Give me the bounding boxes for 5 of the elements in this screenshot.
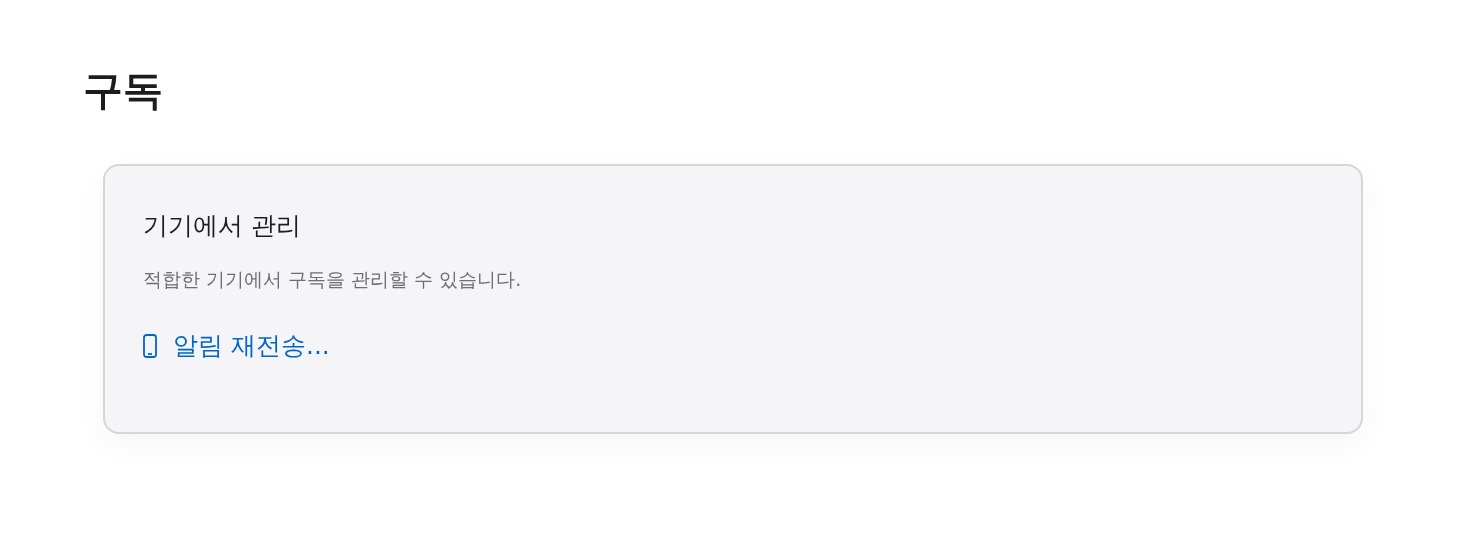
phone-icon xyxy=(143,334,157,358)
resend-notification-link[interactable]: 알림 재전송... xyxy=(143,328,330,364)
page-title: 구독 xyxy=(83,66,163,115)
card-title: 기기에서 관리 xyxy=(143,210,301,242)
card-description: 적합한 기기에서 구독을 관리할 수 있습니다. xyxy=(143,267,522,292)
